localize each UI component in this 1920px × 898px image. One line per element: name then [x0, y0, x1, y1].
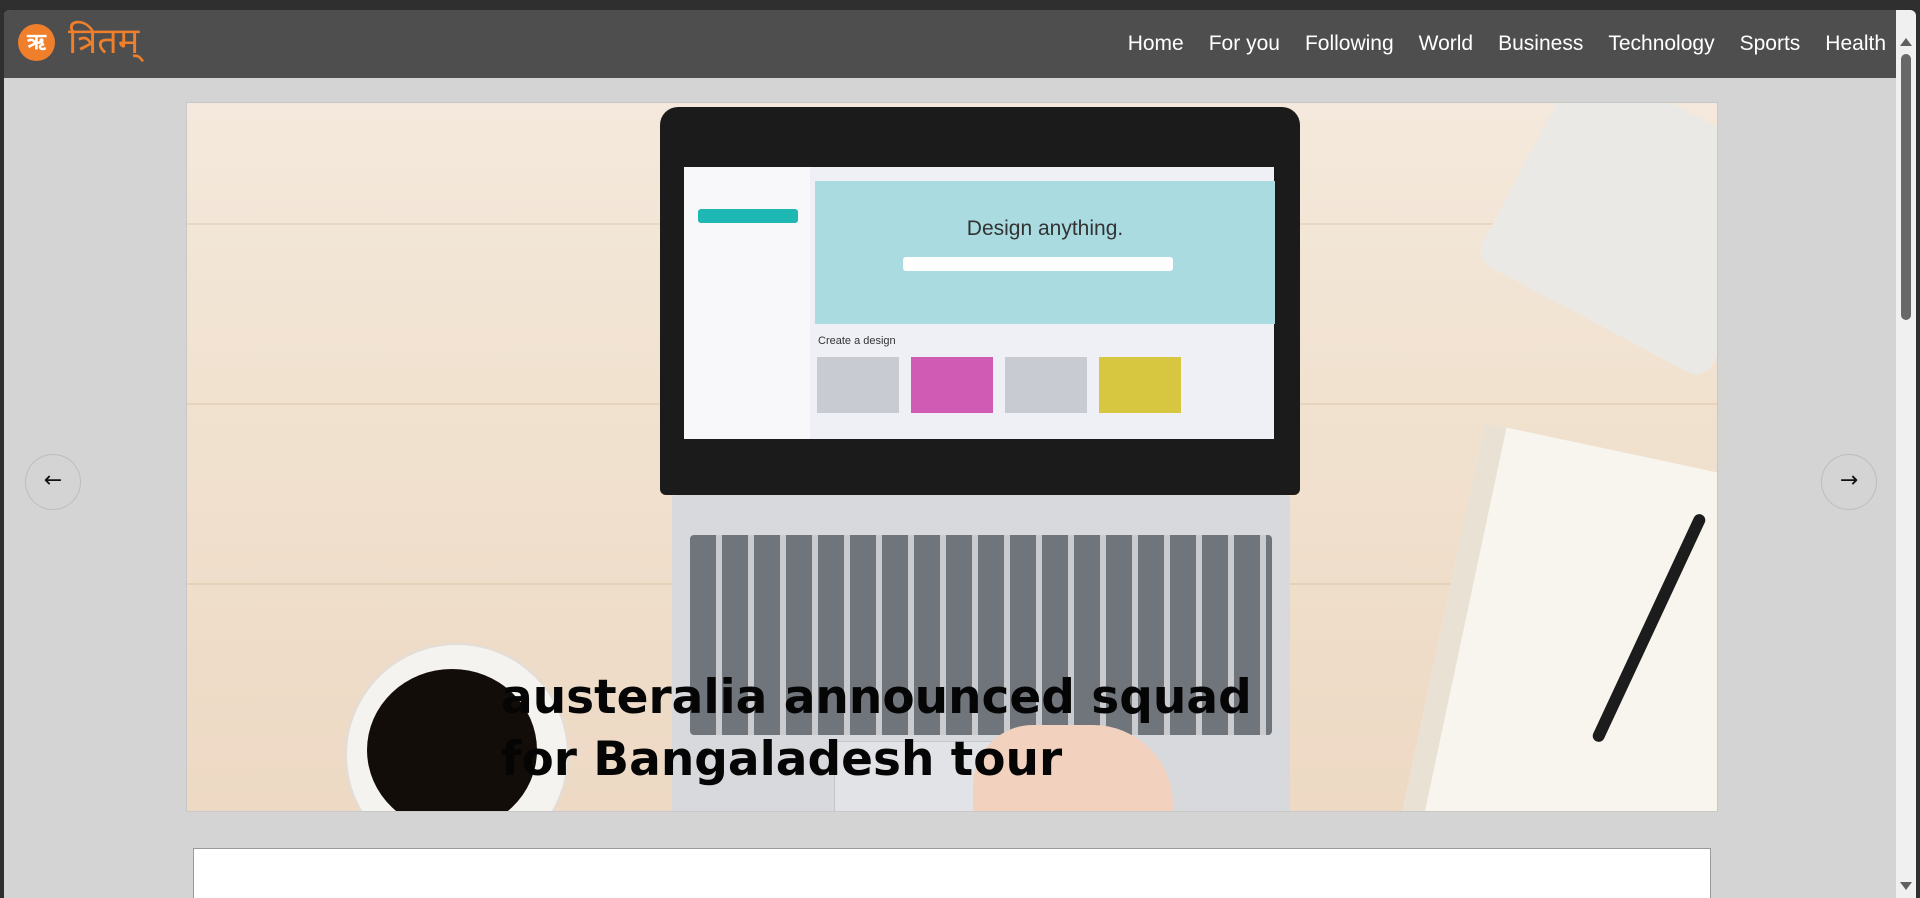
nav-item-health[interactable]: Health [1825, 32, 1886, 56]
nav-item-for-you[interactable]: For you [1209, 32, 1280, 56]
screen-search-bar [903, 257, 1173, 271]
arrow-left-icon: ← [43, 468, 63, 493]
screen-tile [817, 357, 899, 413]
nav-item-home[interactable]: Home [1128, 32, 1184, 56]
nav-item-following[interactable]: Following [1305, 32, 1394, 56]
top-navbar: ऋ त्रितम् Home For you Following World B… [4, 10, 1896, 78]
screen-sidebar [684, 167, 810, 439]
screen-tiles [817, 357, 1193, 413]
hero-image-laptop: Design anything. Create a design [660, 107, 1300, 495]
hero-slide[interactable]: Design anything. Create a design austera… [186, 102, 1718, 812]
screen-tile [1099, 357, 1181, 413]
laptop-screen: Design anything. Create a design [684, 167, 1275, 439]
screen-banner: Design anything. [815, 181, 1275, 324]
hero-image-notebook [1393, 423, 1717, 811]
browser-window: ऋ त्रितम् Home For you Following World B… [4, 10, 1916, 898]
scroll-up-icon[interactable] [1900, 38, 1912, 46]
scrollbar-thumb[interactable] [1901, 54, 1911, 320]
vertical-scrollbar[interactable] [1896, 10, 1916, 898]
brand-name[interactable]: त्रितम् [68, 20, 139, 64]
brand-logo-icon[interactable]: ऋ [18, 24, 55, 61]
nav-item-sports[interactable]: Sports [1740, 32, 1801, 56]
nav-item-technology[interactable]: Technology [1608, 32, 1714, 56]
nav-item-world[interactable]: World [1419, 32, 1473, 56]
hero-headline[interactable]: austeralia announced squad for Bangalade… [501, 667, 1281, 791]
screen-section-label: Create a design [818, 335, 896, 347]
screen-create-button [698, 209, 798, 223]
carousel-next-button[interactable]: → [1821, 454, 1877, 510]
nav-menu: Home For you Following World Business Te… [1103, 10, 1886, 78]
screen-tile [911, 357, 993, 413]
scroll-down-icon[interactable] [1900, 882, 1912, 890]
arrow-right-icon: → [1839, 468, 1859, 493]
screen-banner-text: Design anything. [966, 217, 1124, 240]
hero-image-tablet [1474, 103, 1717, 381]
screen-tile [1005, 357, 1087, 413]
content-card [193, 848, 1711, 898]
nav-item-business[interactable]: Business [1498, 32, 1583, 56]
carousel-prev-button[interactable]: ← [25, 454, 81, 510]
